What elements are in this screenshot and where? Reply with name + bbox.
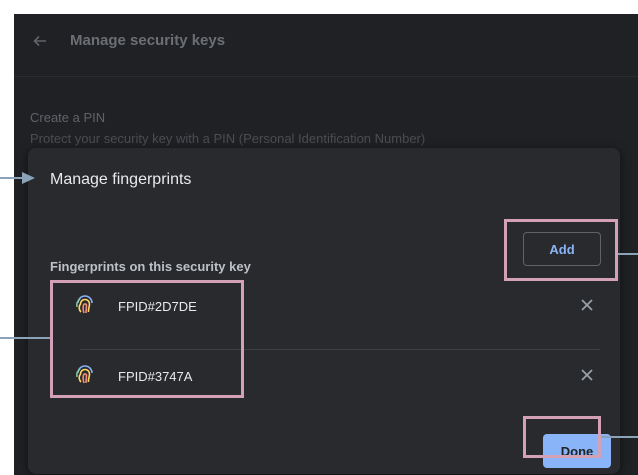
create-pin-title[interactable]: Create a PIN <box>30 110 105 125</box>
dialog-title: Manage fingerprints <box>50 171 192 188</box>
back-arrow-icon[interactable] <box>32 33 48 49</box>
close-icon[interactable] <box>580 368 594 382</box>
title-pointer-line <box>0 177 24 179</box>
done-pointer-line <box>601 436 638 438</box>
fingerprints-section-label: Fingerprints on this security key <box>50 259 251 274</box>
create-pin-description: Protect your security key with a PIN (Pe… <box>30 131 426 146</box>
add-pointer-line <box>618 253 638 255</box>
arrow-right-icon <box>22 172 35 184</box>
fingerprint-list-highlight <box>50 280 244 398</box>
page-title: Manage security keys <box>70 32 226 49</box>
header-divider <box>14 76 638 77</box>
done-button-highlight <box>523 416 601 458</box>
list-pointer-line <box>0 337 50 339</box>
close-icon[interactable] <box>580 298 594 312</box>
add-button-highlight <box>504 219 618 281</box>
